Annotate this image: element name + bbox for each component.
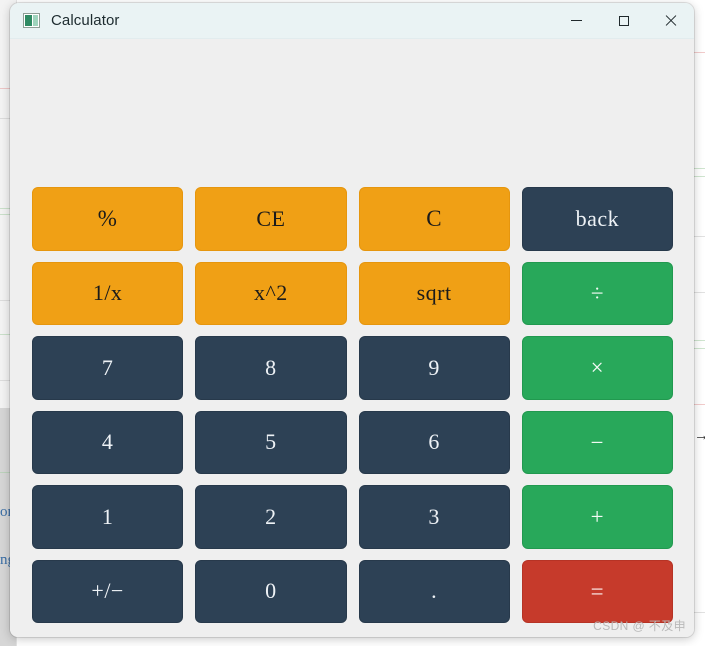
key-xpow2[interactable]: x^2 <box>195 261 347 325</box>
key-decimal[interactable]: . <box>358 559 510 623</box>
key-6[interactable]: 6 <box>358 410 510 474</box>
key-minus[interactable]: − <box>521 410 673 474</box>
key-plus[interactable]: + <box>521 485 673 549</box>
minimize-icon <box>571 20 582 21</box>
key-9[interactable]: 9 <box>358 336 510 400</box>
key-1[interactable]: 1 <box>32 485 184 549</box>
close-button[interactable] <box>647 3 694 38</box>
key-4[interactable]: 4 <box>32 410 184 474</box>
minimize-button[interactable] <box>553 3 600 38</box>
calculator-body: % CE Cback 1/x x^2 sqrt ÷ 7 8 9 × 4 5 6− 1 2 3 + +/− 0. = CS… <box>10 39 694 637</box>
close-icon <box>665 15 677 27</box>
key-7[interactable]: 7 <box>32 336 184 400</box>
maximize-button[interactable] <box>600 3 647 38</box>
key-ce[interactable]: CE <box>195 187 347 251</box>
key-3[interactable]: 3 <box>358 485 510 549</box>
key-equals[interactable]: = <box>521 559 673 623</box>
key-multiply[interactable]: × <box>521 336 673 400</box>
key-8[interactable]: 8 <box>195 336 347 400</box>
calculator-display[interactable] <box>10 39 694 187</box>
background-code-text: →× <box>694 428 705 444</box>
app-image-icon <box>23 13 40 28</box>
key-5[interactable]: 5 <box>195 410 347 474</box>
window-controls <box>553 3 694 38</box>
key-divide[interactable]: ÷ <box>521 261 673 325</box>
maximize-icon <box>618 15 629 26</box>
key-2[interactable]: 2 <box>195 485 347 549</box>
key-0[interactable]: 0 <box>195 559 347 623</box>
window-title: Calculator <box>51 12 120 29</box>
calculator-window: Calculator % CE Cback 1/x x^2 sqrt ÷ 7 8 9 × 4 5 6− 1 2… <box>10 3 694 637</box>
titlebar[interactable]: Calculator <box>10 3 694 39</box>
key-percent[interactable]: % <box>32 187 184 251</box>
key-1-over-x[interactable]: 1/x <box>32 261 184 325</box>
watermark: CSDN @ 不及申 <box>593 619 686 633</box>
calculator-keypad: % CE Cback 1/x x^2 sqrt ÷ 7 8 9 × 4 5 6− 1 2 3 + +/− 0. = <box>10 187 694 637</box>
key-plus-over-minus[interactable]: +/− <box>32 559 184 623</box>
key-c[interactable]: C <box>358 187 510 251</box>
key-back[interactable]: back <box>521 187 673 251</box>
key-sqrt[interactable]: sqrt <box>358 261 510 325</box>
